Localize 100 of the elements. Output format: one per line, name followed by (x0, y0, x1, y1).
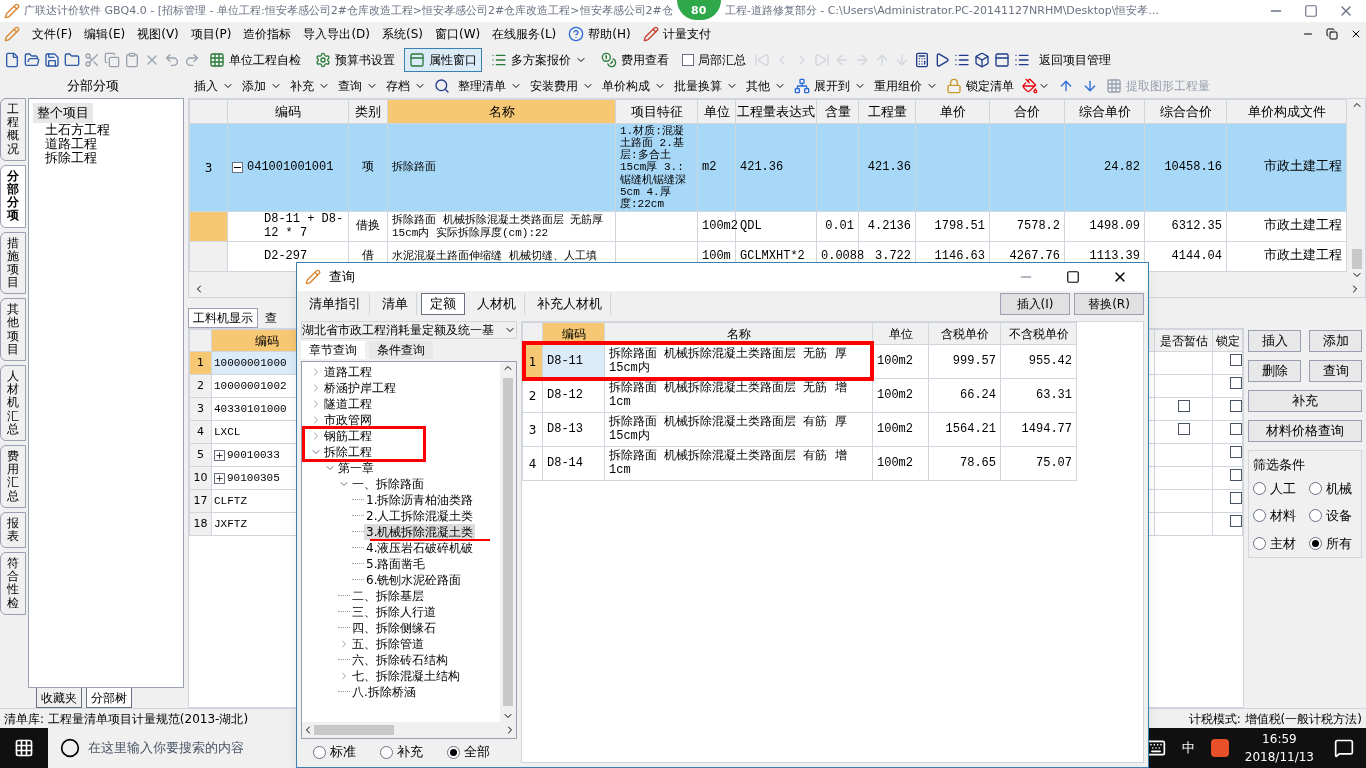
window-icon[interactable] (994, 52, 1010, 68)
table-row[interactable]: 3 D8-13 拆除路面 机械拆除混凝土类路面层 有筋 厚15cm内 100m2 1564.21 1494.77 (522, 412, 1077, 447)
toolbar-button[interactable]: 展开到 (794, 77, 866, 95)
toolbar-button[interactable]: 补充 (290, 77, 330, 95)
maximize-icon[interactable] (1066, 270, 1080, 284)
collapse-toggle[interactable] (232, 162, 243, 173)
tree-item[interactable]: 第一章 (336, 460, 376, 476)
toolbar-button[interactable]: 整理清单 (458, 77, 522, 95)
tree-item[interactable]: 桥涵护岸工程 (322, 380, 398, 396)
tree-item[interactable]: 钢筋工程 (322, 428, 374, 444)
search-field[interactable]: 在这里输入你要搜索的内容 (48, 728, 296, 768)
tree-item[interactable]: 隧道工程 (322, 396, 374, 412)
tab[interactable]: 条件查询 (369, 341, 433, 359)
tab[interactable]: 补充人材机 (529, 293, 611, 315)
tree-item[interactable]: 道路工程 (322, 364, 374, 380)
table-row[interactable]: 2 D8-12 拆除路面 机械拆除混凝土类路面层 无筋 增1cm 100m2 66.24 63.31 (522, 378, 1077, 413)
toolbar-button[interactable]: 安装费用 (530, 77, 594, 95)
tree-item[interactable]: 三、拆除人行道 (350, 604, 438, 620)
tree-item[interactable]: 四、拆除侧缘石 (350, 620, 438, 636)
menu-item[interactable]: 在线服务(L) (492, 25, 557, 43)
radio-option[interactable]: 机械 (1309, 478, 1357, 498)
tree-item[interactable]: 5.路面凿毛 (364, 556, 428, 572)
radio-option[interactable]: 补充 (380, 742, 423, 762)
paste-icon[interactable] (124, 52, 140, 68)
checkbox[interactable] (1230, 377, 1242, 390)
toolbar-button[interactable]: 返回项目管理 (1034, 48, 1116, 72)
tree-item[interactable]: 2.人工拆除混凝土类 (364, 508, 476, 524)
table-row[interactable]: 1 D8-11 拆除路面 机械拆除混凝土类路面层 无筋 厚15cm内 100m2 999.57 955.42 (522, 344, 1077, 379)
calculator-icon[interactable] (914, 52, 930, 68)
tree-item[interactable]: 二、拆除基层 (350, 588, 426, 604)
panel-button[interactable]: 删除 (1248, 360, 1301, 382)
menu-item[interactable]: 系统(S) (382, 25, 423, 43)
table-row[interactable]: D8-11 + D8-12 * 7 借换 拆除路面 机械拆除混凝土类路面层 无筋厚15cm内 实际拆除厚度(cm):22 100m2 QDL 0.01 4.2136 1798.51 7578.2 1498.09 6312.35 市政土建工程 (189, 211, 1347, 242)
panel-button[interactable]: 查询 (1309, 360, 1362, 382)
tree-item[interactable]: 五、拆除管道 (350, 636, 426, 652)
expand-toggle[interactable] (214, 472, 225, 484)
side-tab[interactable]: 符合性检 (0, 552, 26, 615)
radio-option[interactable]: 人工 (1253, 478, 1301, 498)
toolbar-button[interactable]: 插入 (194, 77, 234, 95)
move-up-icon[interactable] (1058, 78, 1074, 94)
new-file-icon[interactable] (4, 52, 20, 68)
panel-button[interactable]: 添加 (1309, 330, 1362, 352)
move-down-icon[interactable] (1082, 78, 1098, 94)
toolbar-button[interactable]: 费用查看 (596, 48, 674, 72)
search-icon[interactable] (434, 78, 450, 94)
tree-item[interactable]: 4.液压岩石破碎机破 (364, 540, 476, 556)
fill-color-button[interactable] (1022, 78, 1050, 94)
toolbar-button[interactable]: 锁定清单 (946, 77, 1014, 95)
tab[interactable]: 清单指引 (301, 293, 370, 315)
folder-icon[interactable] (64, 52, 80, 68)
cube-icon[interactable] (974, 52, 990, 68)
toolbar-button[interactable]: 存档 (386, 77, 426, 95)
table-row[interactable]: 3 041001001001 项 拆除路面 1.材质:混凝土路面 2.基层:多合土15cm厚 3.:锯缝机锯缝深5cm 4.厚度:22cm m2 421.36 421.36 24.82 10458.16 市政土建工程 (189, 123, 1347, 212)
tree-item[interactable]: 1.拆除沥青柏油类路 (364, 492, 476, 508)
library-dropdown[interactable]: 湖北省市政工程消耗量定额及统一基 (301, 321, 517, 339)
menu-item[interactable]: 编辑(E) (84, 25, 126, 43)
tab[interactable]: 清单 (374, 293, 417, 315)
menu-item[interactable]: 窗口(W) (435, 25, 481, 43)
radio-option[interactable]: 主材 (1253, 533, 1301, 553)
dialog-button[interactable]: 插入(I) (1000, 293, 1070, 315)
tree-item[interactable]: 市政管网 (322, 412, 374, 428)
side-tab[interactable]: 其他项目 (0, 298, 26, 361)
toolbar-button[interactable]: 批量换算 (674, 77, 738, 95)
toolbar-button[interactable]: 重用组价 (874, 77, 938, 95)
toolbar-button[interactable]: 单价构成 (602, 77, 666, 95)
panel-button[interactable]: 插入 (1248, 330, 1301, 352)
scrollbar-thumb[interactable] (503, 378, 513, 706)
radio-option[interactable]: 所有 (1309, 533, 1357, 553)
menu-item[interactable]: 帮助(H) (568, 25, 631, 43)
menu-item[interactable]: 计量支付 (642, 25, 711, 43)
toolbar-button[interactable]: 多方案报价 (486, 48, 592, 72)
expand-toggle[interactable] (214, 449, 225, 461)
restore-icon[interactable] (1326, 28, 1338, 40)
checkbox[interactable] (1230, 469, 1242, 482)
tree-item[interactable]: 6.铣刨水泥砼路面 (364, 572, 464, 588)
close-icon[interactable] (1350, 28, 1362, 40)
partial-summary-checkbox[interactable]: 局部汇总 (678, 51, 750, 69)
radio-option[interactable]: 设备 (1309, 506, 1357, 526)
tab[interactable]: 工料机显示 (188, 308, 258, 328)
tree-item[interactable]: 一、拆除路面 (350, 476, 426, 492)
vertical-scrollbar[interactable] (500, 362, 516, 722)
save-icon[interactable] (44, 52, 60, 68)
checkbox[interactable] (1230, 423, 1242, 436)
tab[interactable]: 定额 (421, 293, 465, 315)
undo-icon[interactable] (164, 52, 180, 68)
side-tab[interactable]: 工程概况 (0, 98, 26, 161)
toolbar-button[interactable]: 添加 (242, 77, 282, 95)
menu-item[interactable]: 造价指标 (243, 25, 292, 43)
input-method-icon[interactable] (1210, 739, 1229, 757)
tab[interactable]: 分部树 (86, 688, 132, 708)
checkbox[interactable] (1177, 423, 1190, 436)
menu-item[interactable]: 导入导出(D) (303, 25, 370, 43)
radio-option[interactable]: 材料 (1253, 506, 1301, 526)
checkbox[interactable] (1177, 400, 1190, 413)
tree-item[interactable]: 六、拆除砖石结构 (350, 652, 450, 668)
menu-item[interactable]: 项目(P) (190, 25, 232, 43)
tree-item[interactable]: 拆除工程 (33, 150, 179, 165)
tree-item[interactable]: 七、拆除混凝土结构 (350, 668, 462, 684)
side-tab[interactable]: 分部分项 (0, 164, 26, 228)
ime-indicator[interactable]: 中 (1181, 738, 1195, 758)
